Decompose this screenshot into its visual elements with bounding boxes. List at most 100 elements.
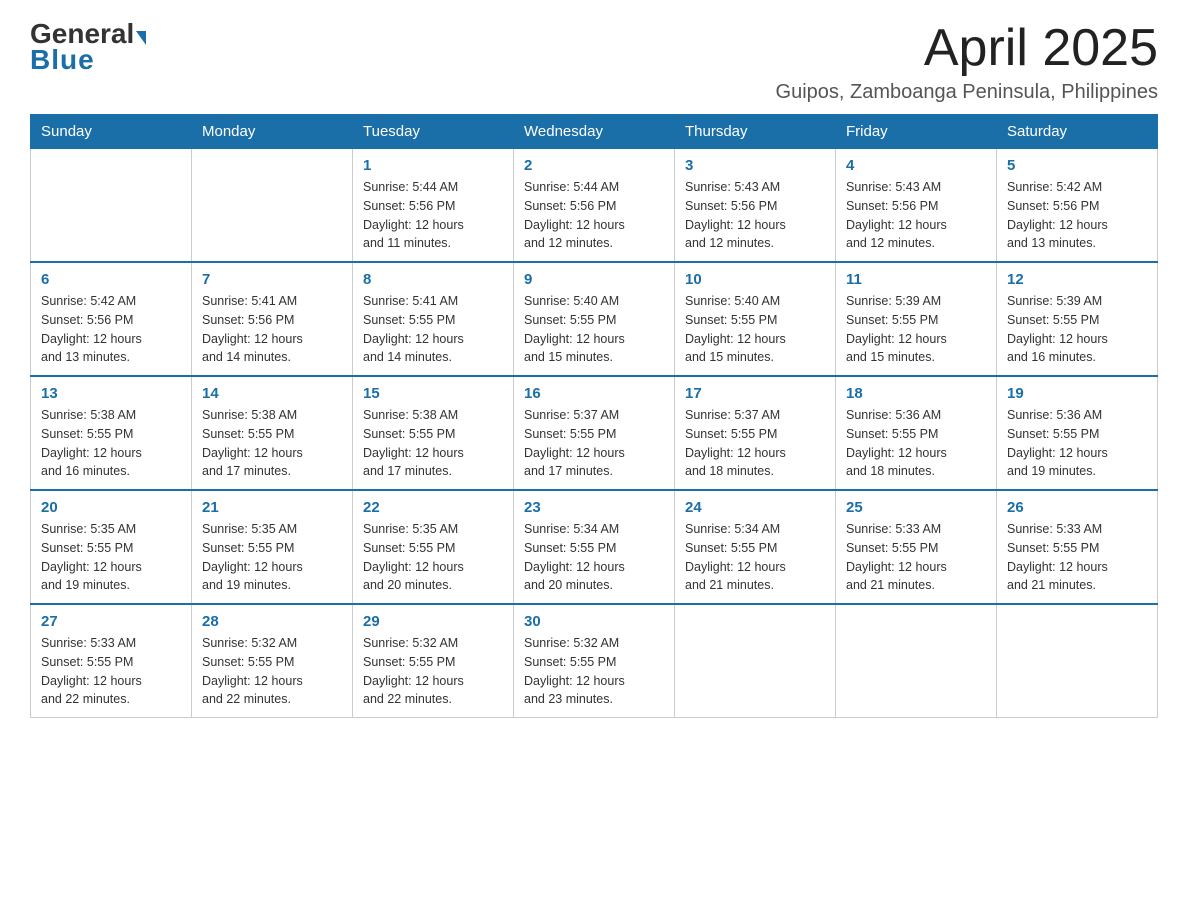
- day-info: Sunrise: 5:32 AM Sunset: 5:55 PM Dayligh…: [202, 634, 342, 709]
- calendar-cell: [997, 604, 1158, 718]
- day-info: Sunrise: 5:42 AM Sunset: 5:56 PM Dayligh…: [41, 292, 181, 367]
- day-info: Sunrise: 5:42 AM Sunset: 5:56 PM Dayligh…: [1007, 178, 1147, 253]
- day-number: 2: [524, 157, 664, 174]
- calendar-cell: 13Sunrise: 5:38 AM Sunset: 5:55 PM Dayli…: [31, 376, 192, 490]
- day-number: 22: [363, 499, 503, 516]
- weekday-header-row: SundayMondayTuesdayWednesdayThursdayFrid…: [31, 115, 1158, 149]
- calendar-cell: 18Sunrise: 5:36 AM Sunset: 5:55 PM Dayli…: [836, 376, 997, 490]
- day-number: 20: [41, 499, 181, 516]
- day-number: 4: [846, 157, 986, 174]
- day-info: Sunrise: 5:36 AM Sunset: 5:55 PM Dayligh…: [1007, 406, 1147, 481]
- logo: General Blue: [30, 20, 146, 76]
- day-info: Sunrise: 5:39 AM Sunset: 5:55 PM Dayligh…: [1007, 292, 1147, 367]
- calendar-cell: 11 Sunrise: 5:39 AM Sunset: 5:55 PM Dayli…: [836, 262, 997, 376]
- calendar-week-row: 6 Sunrise: 5:42 AM Sunset: 5:56 PM Daylig…: [31, 262, 1158, 376]
- day-info: Sunrise: 5:32 AM Sunset: 5:55 PM Dayligh…: [524, 634, 664, 709]
- day-info: Sunrise: 5:38 AM Sunset: 5:55 PM Dayligh…: [202, 406, 342, 481]
- day-info: Sunrise: 5:33 AM Sunset: 5:55 PM Dayligh…: [846, 520, 986, 595]
- month-title: April 2025: [776, 20, 1158, 77]
- day-number: 21: [202, 499, 342, 516]
- day-number: 18: [846, 385, 986, 402]
- day-info: Sunrise: 5:37 AM Sunset: 5:55 PM Dayligh…: [685, 406, 825, 481]
- day-info: Sunrise: 5:38 AM Sunset: 5:55 PM Dayligh…: [363, 406, 503, 481]
- day-number: 24: [685, 499, 825, 516]
- calendar-cell: 25 Sunrise: 5:33 AM Sunset: 5:55 PM Dayli…: [836, 490, 997, 604]
- weekday-header-monday: Monday: [192, 115, 353, 149]
- day-info: Sunrise: 5:33 AM Sunset: 5:55 PM Dayligh…: [41, 634, 181, 709]
- calendar-cell: [675, 604, 836, 718]
- title-area: April 2025 Guipos, Zamboanga Peninsula, …: [776, 20, 1158, 104]
- day-number: 29: [363, 613, 503, 630]
- calendar-cell: 23 Sunrise: 5:34 AM Sunset: 5:55 PM Dayli…: [514, 490, 675, 604]
- calendar-cell: 24 Sunrise: 5:34 AM Sunset: 5:55 PM Dayli…: [675, 490, 836, 604]
- day-number: 1: [363, 157, 503, 174]
- weekday-header-friday: Friday: [836, 115, 997, 149]
- calendar-week-row: 20 Sunrise: 5:35 AM Sunset: 5:55 PM Dayli…: [31, 490, 1158, 604]
- day-info: Sunrise: 5:40 AM Sunset: 5:55 PM Dayligh…: [524, 292, 664, 367]
- calendar-cell: 19 Sunrise: 5:36 AM Sunset: 5:55 PM Dayli…: [997, 376, 1158, 490]
- calendar-cell: 8 Sunrise: 5:41 AM Sunset: 5:55 PM Daylig…: [353, 262, 514, 376]
- day-number: 10: [685, 271, 825, 288]
- day-number: 9: [524, 271, 664, 288]
- logo-triangle-icon: [136, 31, 146, 45]
- day-info: Sunrise: 5:35 AM Sunset: 5:55 PM Dayligh…: [41, 520, 181, 595]
- day-info: Sunrise: 5:39 AM Sunset: 5:55 PM Dayligh…: [846, 292, 986, 367]
- calendar-cell: 3 Sunrise: 5:43 AM Sunset: 5:56 PM Daylig…: [675, 149, 836, 263]
- day-number: 30: [524, 613, 664, 630]
- calendar-cell: 12 Sunrise: 5:39 AM Sunset: 5:55 PM Dayli…: [997, 262, 1158, 376]
- calendar-cell: 26 Sunrise: 5:33 AM Sunset: 5:55 PM Dayli…: [997, 490, 1158, 604]
- calendar-cell: 6 Sunrise: 5:42 AM Sunset: 5:56 PM Daylig…: [31, 262, 192, 376]
- day-number: 3: [685, 157, 825, 174]
- day-info: Sunrise: 5:37 AM Sunset: 5:55 PM Dayligh…: [524, 406, 664, 481]
- calendar-cell: 29 Sunrise: 5:32 AM Sunset: 5:55 PM Dayli…: [353, 604, 514, 718]
- calendar-cell: 1 Sunrise: 5:44 AM Sunset: 5:56 PM Daylig…: [353, 149, 514, 263]
- day-info: Sunrise: 5:32 AM Sunset: 5:55 PM Dayligh…: [363, 634, 503, 709]
- weekday-header-sunday: Sunday: [31, 115, 192, 149]
- weekday-header-thursday: Thursday: [675, 115, 836, 149]
- day-number: 6: [41, 271, 181, 288]
- day-info: Sunrise: 5:43 AM Sunset: 5:56 PM Dayligh…: [846, 178, 986, 253]
- day-info: Sunrise: 5:43 AM Sunset: 5:56 PM Dayligh…: [685, 178, 825, 253]
- day-number: 8: [363, 271, 503, 288]
- calendar-cell: 2 Sunrise: 5:44 AM Sunset: 5:56 PM Daylig…: [514, 149, 675, 263]
- calendar-cell: 20 Sunrise: 5:35 AM Sunset: 5:55 PM Dayli…: [31, 490, 192, 604]
- calendar-cell: [192, 149, 353, 263]
- day-number: 27: [41, 613, 181, 630]
- day-number: 14: [202, 385, 342, 402]
- day-number: 17: [685, 385, 825, 402]
- day-number: 25: [846, 499, 986, 516]
- calendar-week-row: 13Sunrise: 5:38 AM Sunset: 5:55 PM Dayli…: [31, 376, 1158, 490]
- calendar-cell: 14 Sunrise: 5:38 AM Sunset: 5:55 PM Dayli…: [192, 376, 353, 490]
- day-info: Sunrise: 5:44 AM Sunset: 5:56 PM Dayligh…: [363, 178, 503, 253]
- calendar-cell: 7Sunrise: 5:41 AM Sunset: 5:56 PM Daylig…: [192, 262, 353, 376]
- calendar-cell: 21Sunrise: 5:35 AM Sunset: 5:55 PM Dayli…: [192, 490, 353, 604]
- calendar-cell: 22 Sunrise: 5:35 AM Sunset: 5:55 PM Dayli…: [353, 490, 514, 604]
- location-title: Guipos, Zamboanga Peninsula, Philippines: [776, 81, 1158, 104]
- day-number: 23: [524, 499, 664, 516]
- calendar-cell: 16Sunrise: 5:37 AM Sunset: 5:55 PM Dayli…: [514, 376, 675, 490]
- day-number: 19: [1007, 385, 1147, 402]
- calendar-cell: [836, 604, 997, 718]
- day-number: 7: [202, 271, 342, 288]
- weekday-header-saturday: Saturday: [997, 115, 1158, 149]
- day-number: 12: [1007, 271, 1147, 288]
- day-number: 15: [363, 385, 503, 402]
- weekday-header-wednesday: Wednesday: [514, 115, 675, 149]
- calendar-week-row: 1 Sunrise: 5:44 AM Sunset: 5:56 PM Daylig…: [31, 149, 1158, 263]
- day-info: Sunrise: 5:35 AM Sunset: 5:55 PM Dayligh…: [363, 520, 503, 595]
- day-info: Sunrise: 5:41 AM Sunset: 5:55 PM Dayligh…: [363, 292, 503, 367]
- day-info: Sunrise: 5:33 AM Sunset: 5:55 PM Dayligh…: [1007, 520, 1147, 595]
- calendar-cell: 10Sunrise: 5:40 AM Sunset: 5:55 PM Dayli…: [675, 262, 836, 376]
- weekday-header-tuesday: Tuesday: [353, 115, 514, 149]
- calendar-table: SundayMondayTuesdayWednesdayThursdayFrid…: [30, 114, 1158, 718]
- day-number: 26: [1007, 499, 1147, 516]
- day-info: Sunrise: 5:34 AM Sunset: 5:55 PM Dayligh…: [685, 520, 825, 595]
- day-info: Sunrise: 5:34 AM Sunset: 5:55 PM Dayligh…: [524, 520, 664, 595]
- calendar-cell: 4 Sunrise: 5:43 AM Sunset: 5:56 PM Daylig…: [836, 149, 997, 263]
- calendar-cell: [31, 149, 192, 263]
- day-info: Sunrise: 5:44 AM Sunset: 5:56 PM Dayligh…: [524, 178, 664, 253]
- day-number: 5: [1007, 157, 1147, 174]
- day-number: 11: [846, 271, 986, 288]
- calendar-cell: 9 Sunrise: 5:40 AM Sunset: 5:55 PM Daylig…: [514, 262, 675, 376]
- calendar-cell: 15 Sunrise: 5:38 AM Sunset: 5:55 PM Dayli…: [353, 376, 514, 490]
